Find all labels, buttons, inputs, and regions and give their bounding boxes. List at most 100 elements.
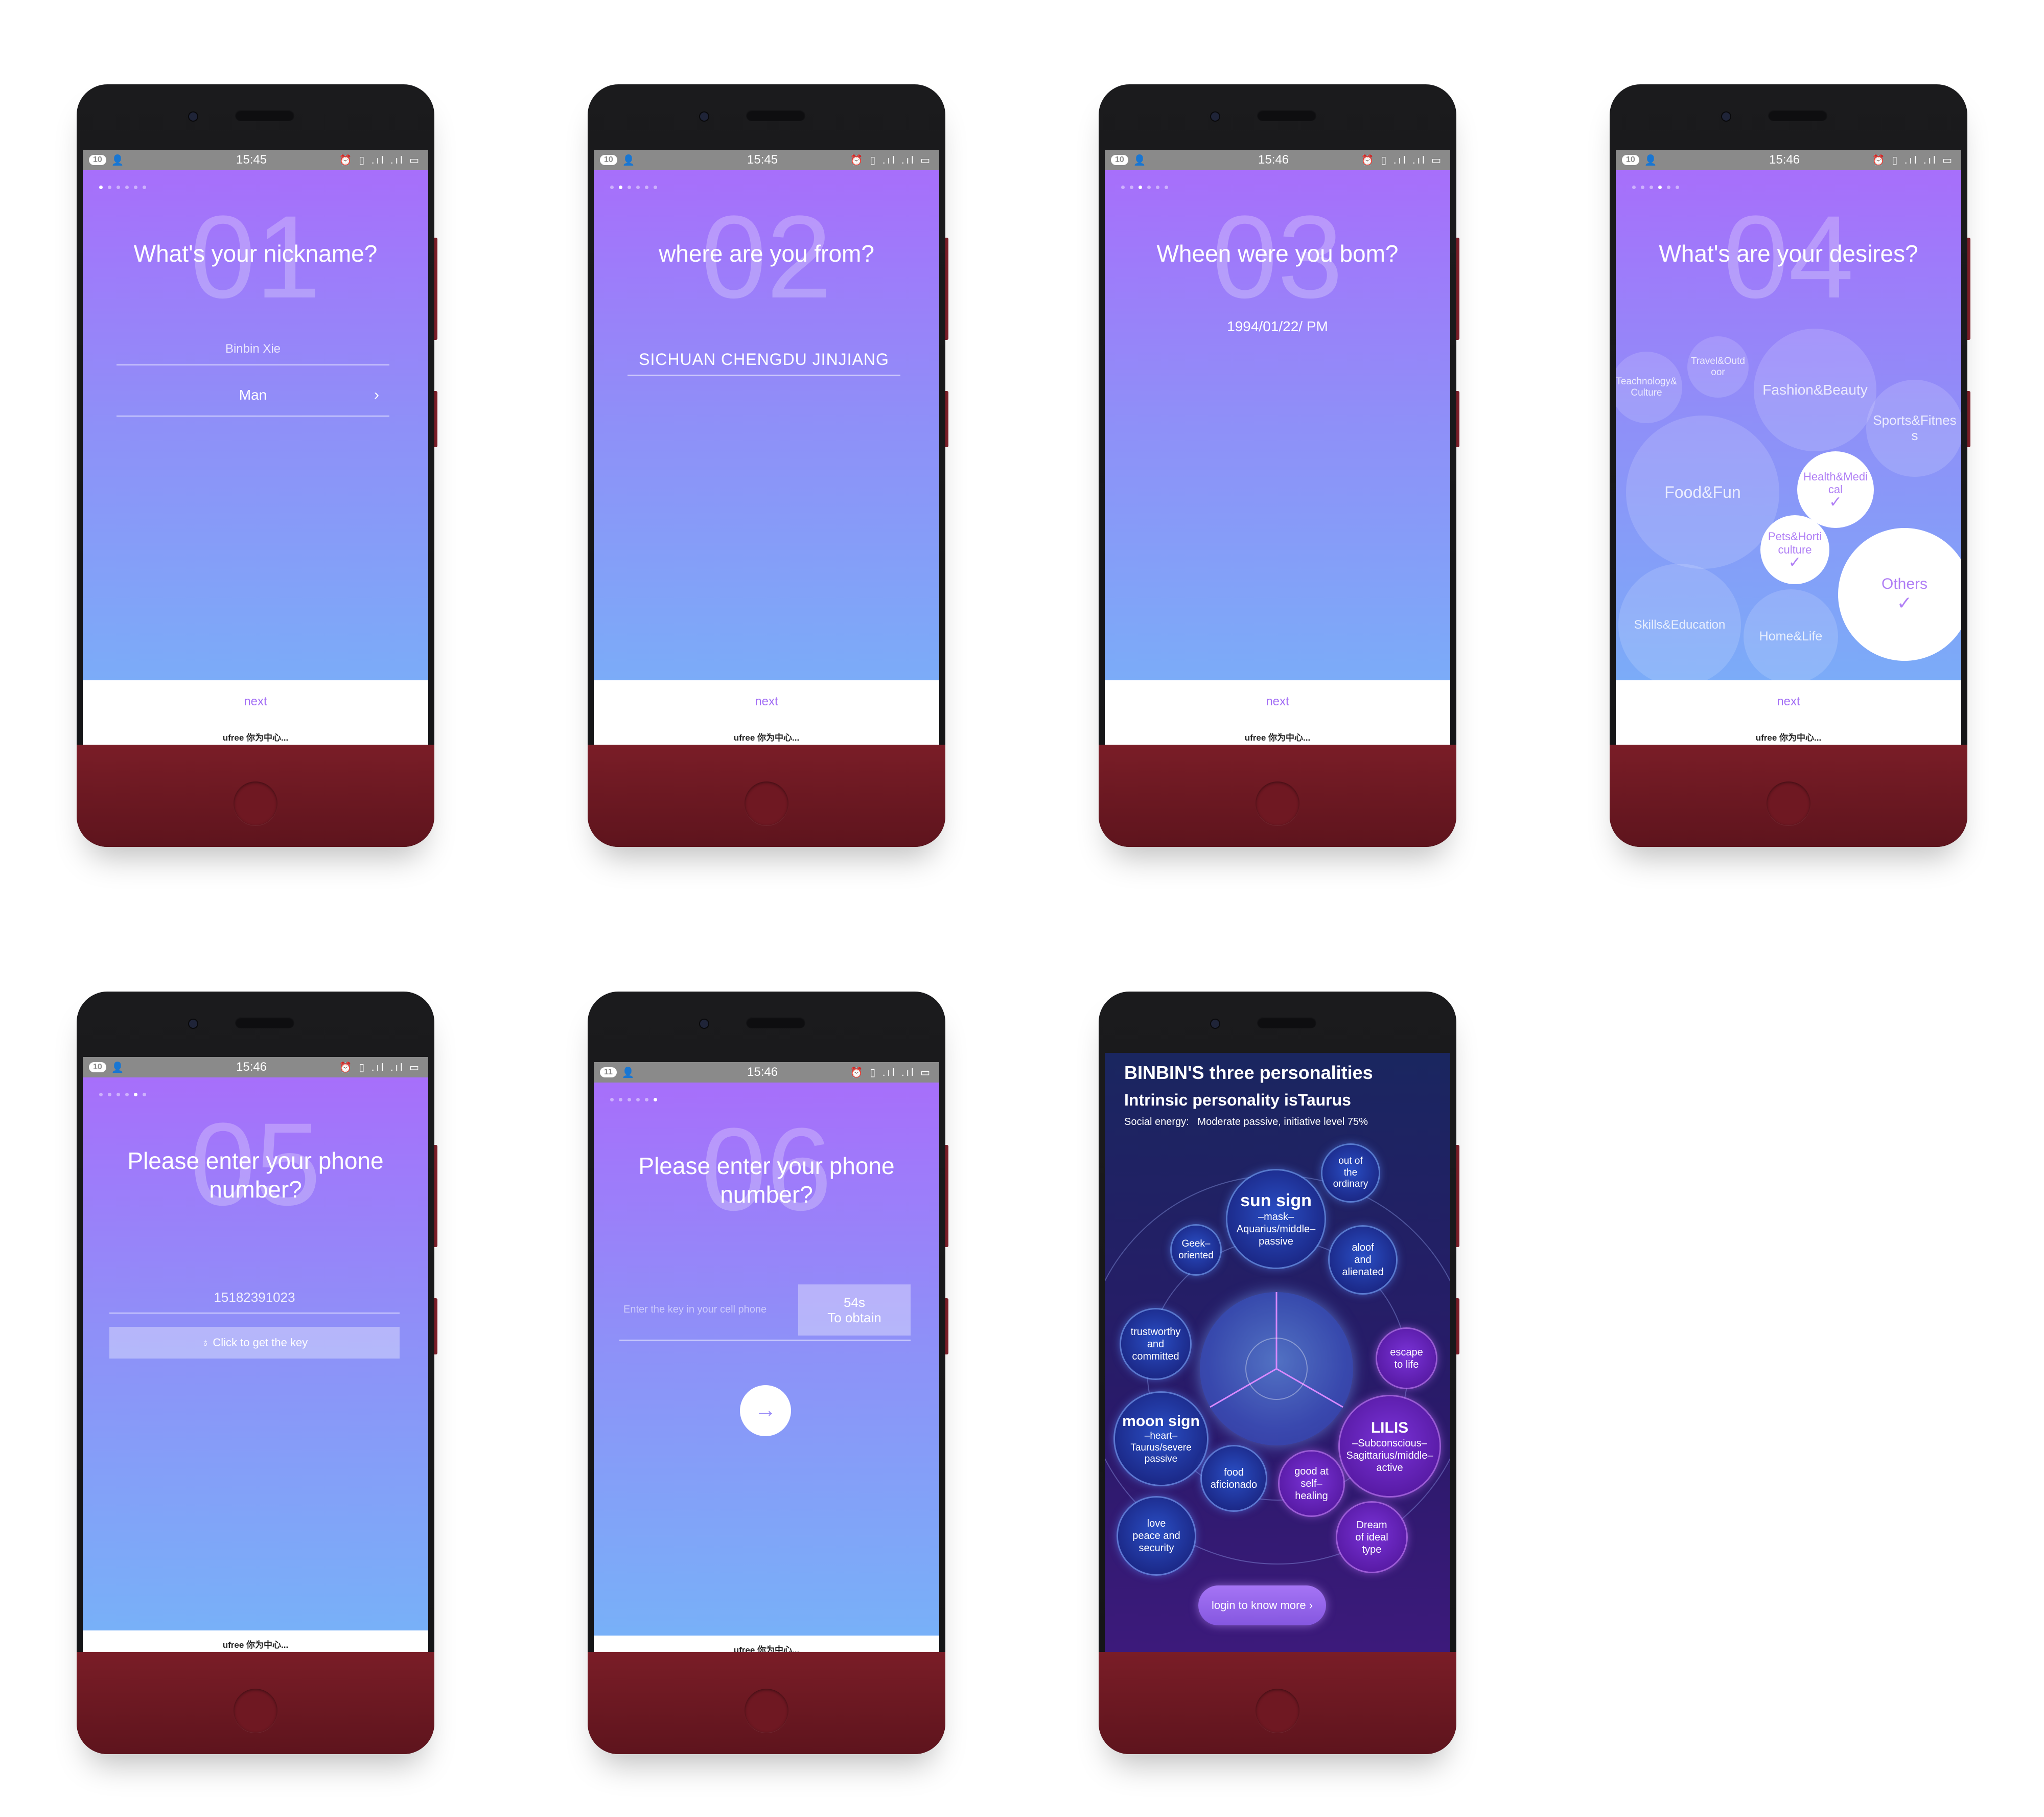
phone-mockup-7: BINBIN'S three personalities Intrinsic p… — [1099, 992, 1459, 1754]
app-brand: ufree 你为中心... — [1244, 733, 1311, 743]
earpiece-speaker — [1257, 110, 1316, 121]
trait-bubble[interactable]: escape to life — [1377, 1329, 1436, 1388]
app-brand: ufree 你为中心... — [1755, 733, 1822, 743]
moon-sign-bubble[interactable]: moon sign –heart– Taurus/severe passive — [1115, 1393, 1207, 1485]
desire-bubble-others[interactable]: Others ✓ — [1838, 528, 1961, 661]
bottom-bar: next ufree 你为中心... — [83, 680, 428, 748]
sun-sign-bubble[interactable]: sun sign –mask– Aquarius/middle– passive — [1227, 1170, 1325, 1268]
side-key — [945, 1298, 948, 1354]
home-button[interactable] — [234, 781, 277, 825]
trait-bubble[interactable]: aloof and alienated — [1330, 1227, 1396, 1293]
zodiac-triangle-icon — [1210, 1292, 1343, 1408]
page-indicator — [99, 186, 146, 189]
home-button[interactable] — [745, 1689, 788, 1733]
home-button[interactable] — [1256, 1689, 1299, 1733]
desire-bubble-fashion[interactable]: Fashion&Beauty — [1754, 329, 1876, 451]
question-title: What's are your desires? — [1659, 240, 1918, 267]
next-button[interactable]: next — [1616, 695, 1961, 709]
submit-button[interactable]: → — [740, 1385, 791, 1436]
obtain-key-button[interactable]: 54s To obtain — [798, 1284, 911, 1336]
phone-number-field[interactable]: 15182391023 — [109, 1282, 400, 1314]
side-key — [945, 238, 948, 340]
user-icon: 👤 — [1644, 154, 1657, 166]
earpiece-speaker — [235, 1017, 294, 1028]
next-button[interactable]: next — [83, 695, 428, 709]
verification-screen: 11 👤 15:46 ⏰ ▯ .ıl .ıl ▭ 06 Please enter… — [594, 1062, 939, 1660]
next-button[interactable]: next — [594, 695, 939, 709]
side-key — [434, 1298, 437, 1354]
trait-bubble[interactable]: Geek– oriented — [1172, 1226, 1220, 1274]
login-button[interactable]: login to know more › — [1198, 1585, 1326, 1625]
page-indicator — [610, 186, 657, 189]
status-bar: 10 👤 15:45 ⏰ ▯ .ıl .ıl ▭ — [594, 150, 939, 170]
next-button[interactable]: next — [1105, 695, 1450, 709]
desire-bubble-technology[interactable]: Teachnology& Culture — [1616, 352, 1682, 423]
birthdate-value[interactable]: 1994/01/22/ PM — [1105, 318, 1450, 335]
personality-screen: BINBIN'S three personalities Intrinsic p… — [1105, 1053, 1450, 1661]
phone-mockup-3: 10 👤 15:46 ⏰ ▯ .ıl .ıl ▭ 03 Wheen were y… — [1099, 84, 1459, 847]
trait-bubble[interactable]: food aficionado — [1202, 1446, 1266, 1510]
status-time: 15:46 — [1258, 153, 1289, 167]
trait-bubble[interactable]: trustworthy and committed — [1121, 1309, 1190, 1378]
phone-chin — [1610, 745, 1967, 847]
status-bar: 10 👤 15:45 ⏰ ▯ .ıl .ıl ▭ — [83, 150, 428, 170]
gender-select[interactable]: Man › — [117, 375, 389, 417]
desire-bubble-home[interactable]: Home&Life — [1744, 589, 1838, 684]
user-icon: 👤 — [1133, 154, 1146, 166]
desire-bubble-health[interactable]: Health&Medi cal ✓ — [1797, 451, 1874, 528]
key-input[interactable]: Enter the key in your cell phone 54s To … — [619, 1284, 911, 1341]
question-title: where are you from? — [659, 240, 874, 267]
home-button[interactable] — [745, 781, 788, 825]
earpiece-speaker — [235, 110, 294, 121]
nickname-field[interactable]: Binbin Xie — [117, 334, 389, 365]
phone-chin — [77, 1652, 434, 1754]
check-icon: ✓ — [1829, 494, 1842, 511]
desire-bubble-skills[interactable]: Skills&Education — [1618, 564, 1741, 686]
desire-bubble-travel[interactable]: Travel&Outd oor — [1687, 336, 1749, 398]
desire-bubble-pets[interactable]: Pets&Horti culture ✓ — [1760, 515, 1829, 584]
user-icon: 👤 — [111, 154, 124, 166]
trait-bubble[interactable]: out of the ordinary — [1322, 1145, 1379, 1201]
phone-mockup-1: 10 👤 15:45 ⏰ ▯ .ıl .ıl ▭ 01 What's your … — [77, 84, 437, 847]
personality-subtitle: Intrinsic personality isTaurus — [1124, 1091, 1351, 1109]
desires-screen: 10 👤 15:46 ⏰ ▯ .ıl .ıl ▭ 04 What's are y… — [1616, 150, 1961, 748]
front-camera — [700, 1020, 708, 1028]
social-energy-text: Social energy: Moderate passive, initiat… — [1124, 1116, 1368, 1128]
status-time: 15:46 — [236, 1060, 267, 1074]
lilis-bubble[interactable]: LILIS –Subconscious– Sagittarius/middle–… — [1340, 1396, 1439, 1496]
user-icon: 👤 — [621, 1067, 635, 1078]
trait-bubble[interactable]: Dream of ideal type — [1337, 1503, 1406, 1572]
phone-mockup-5: 10 👤 15:46 ⏰ ▯ .ıl .ıl ▭ 05 Please enter… — [77, 992, 437, 1754]
page-indicator — [1632, 186, 1679, 189]
front-camera — [189, 112, 197, 121]
bottom-bar: next ufree 你为中心... — [1616, 680, 1961, 748]
trait-bubble[interactable]: good at self– healing — [1280, 1452, 1343, 1515]
trait-bubble[interactable]: love peace and security — [1118, 1498, 1195, 1574]
signal-battery-icons: ⏰ ▯ .ıl .ıl ▭ — [339, 154, 421, 166]
signal-battery-icons: ⏰ ▯ .ıl .ıl ▭ — [850, 1067, 932, 1078]
desire-bubble-food[interactable]: Food&Fun — [1626, 416, 1779, 569]
chevron-right-icon: › — [374, 386, 379, 403]
obtain-label: To obtain — [827, 1310, 881, 1325]
side-key — [1967, 238, 1970, 340]
phone-chin — [1099, 745, 1456, 847]
location-value: SICHUAN CHENGDU JINJIANG — [639, 350, 889, 369]
desire-bubble-sports[interactable]: Sports&Fitnes s — [1866, 380, 1961, 477]
side-key — [1967, 391, 1970, 447]
notification-badge: 10 — [600, 155, 617, 165]
phone-mockup-2: 10 👤 15:45 ⏰ ▯ .ıl .ıl ▭ 02 where are yo… — [588, 84, 948, 847]
location-field[interactable]: SICHUAN CHENGDU JINJIANG — [628, 344, 900, 376]
check-icon: ✓ — [1896, 592, 1913, 614]
signal-battery-icons: ⏰ ▯ .ıl .ıl ▭ — [1361, 154, 1443, 166]
status-time: 15:46 — [747, 1065, 778, 1079]
status-time: 15:46 — [1769, 153, 1800, 167]
notification-badge: 11 — [600, 1067, 617, 1077]
status-bar: 10 👤 15:46 ⏰ ▯ .ıl .ıl ▭ — [1105, 150, 1450, 170]
home-button[interactable] — [1256, 781, 1299, 825]
location-screen: 10 👤 15:45 ⏰ ▯ .ıl .ıl ▭ 02 where are yo… — [594, 150, 939, 748]
app-brand: ufree 你为中心... — [733, 733, 800, 743]
page-indicator — [610, 1098, 657, 1101]
home-button[interactable] — [234, 1689, 277, 1733]
get-key-button[interactable]: ♁ Click to get the key — [109, 1327, 400, 1359]
home-button[interactable] — [1767, 781, 1810, 825]
